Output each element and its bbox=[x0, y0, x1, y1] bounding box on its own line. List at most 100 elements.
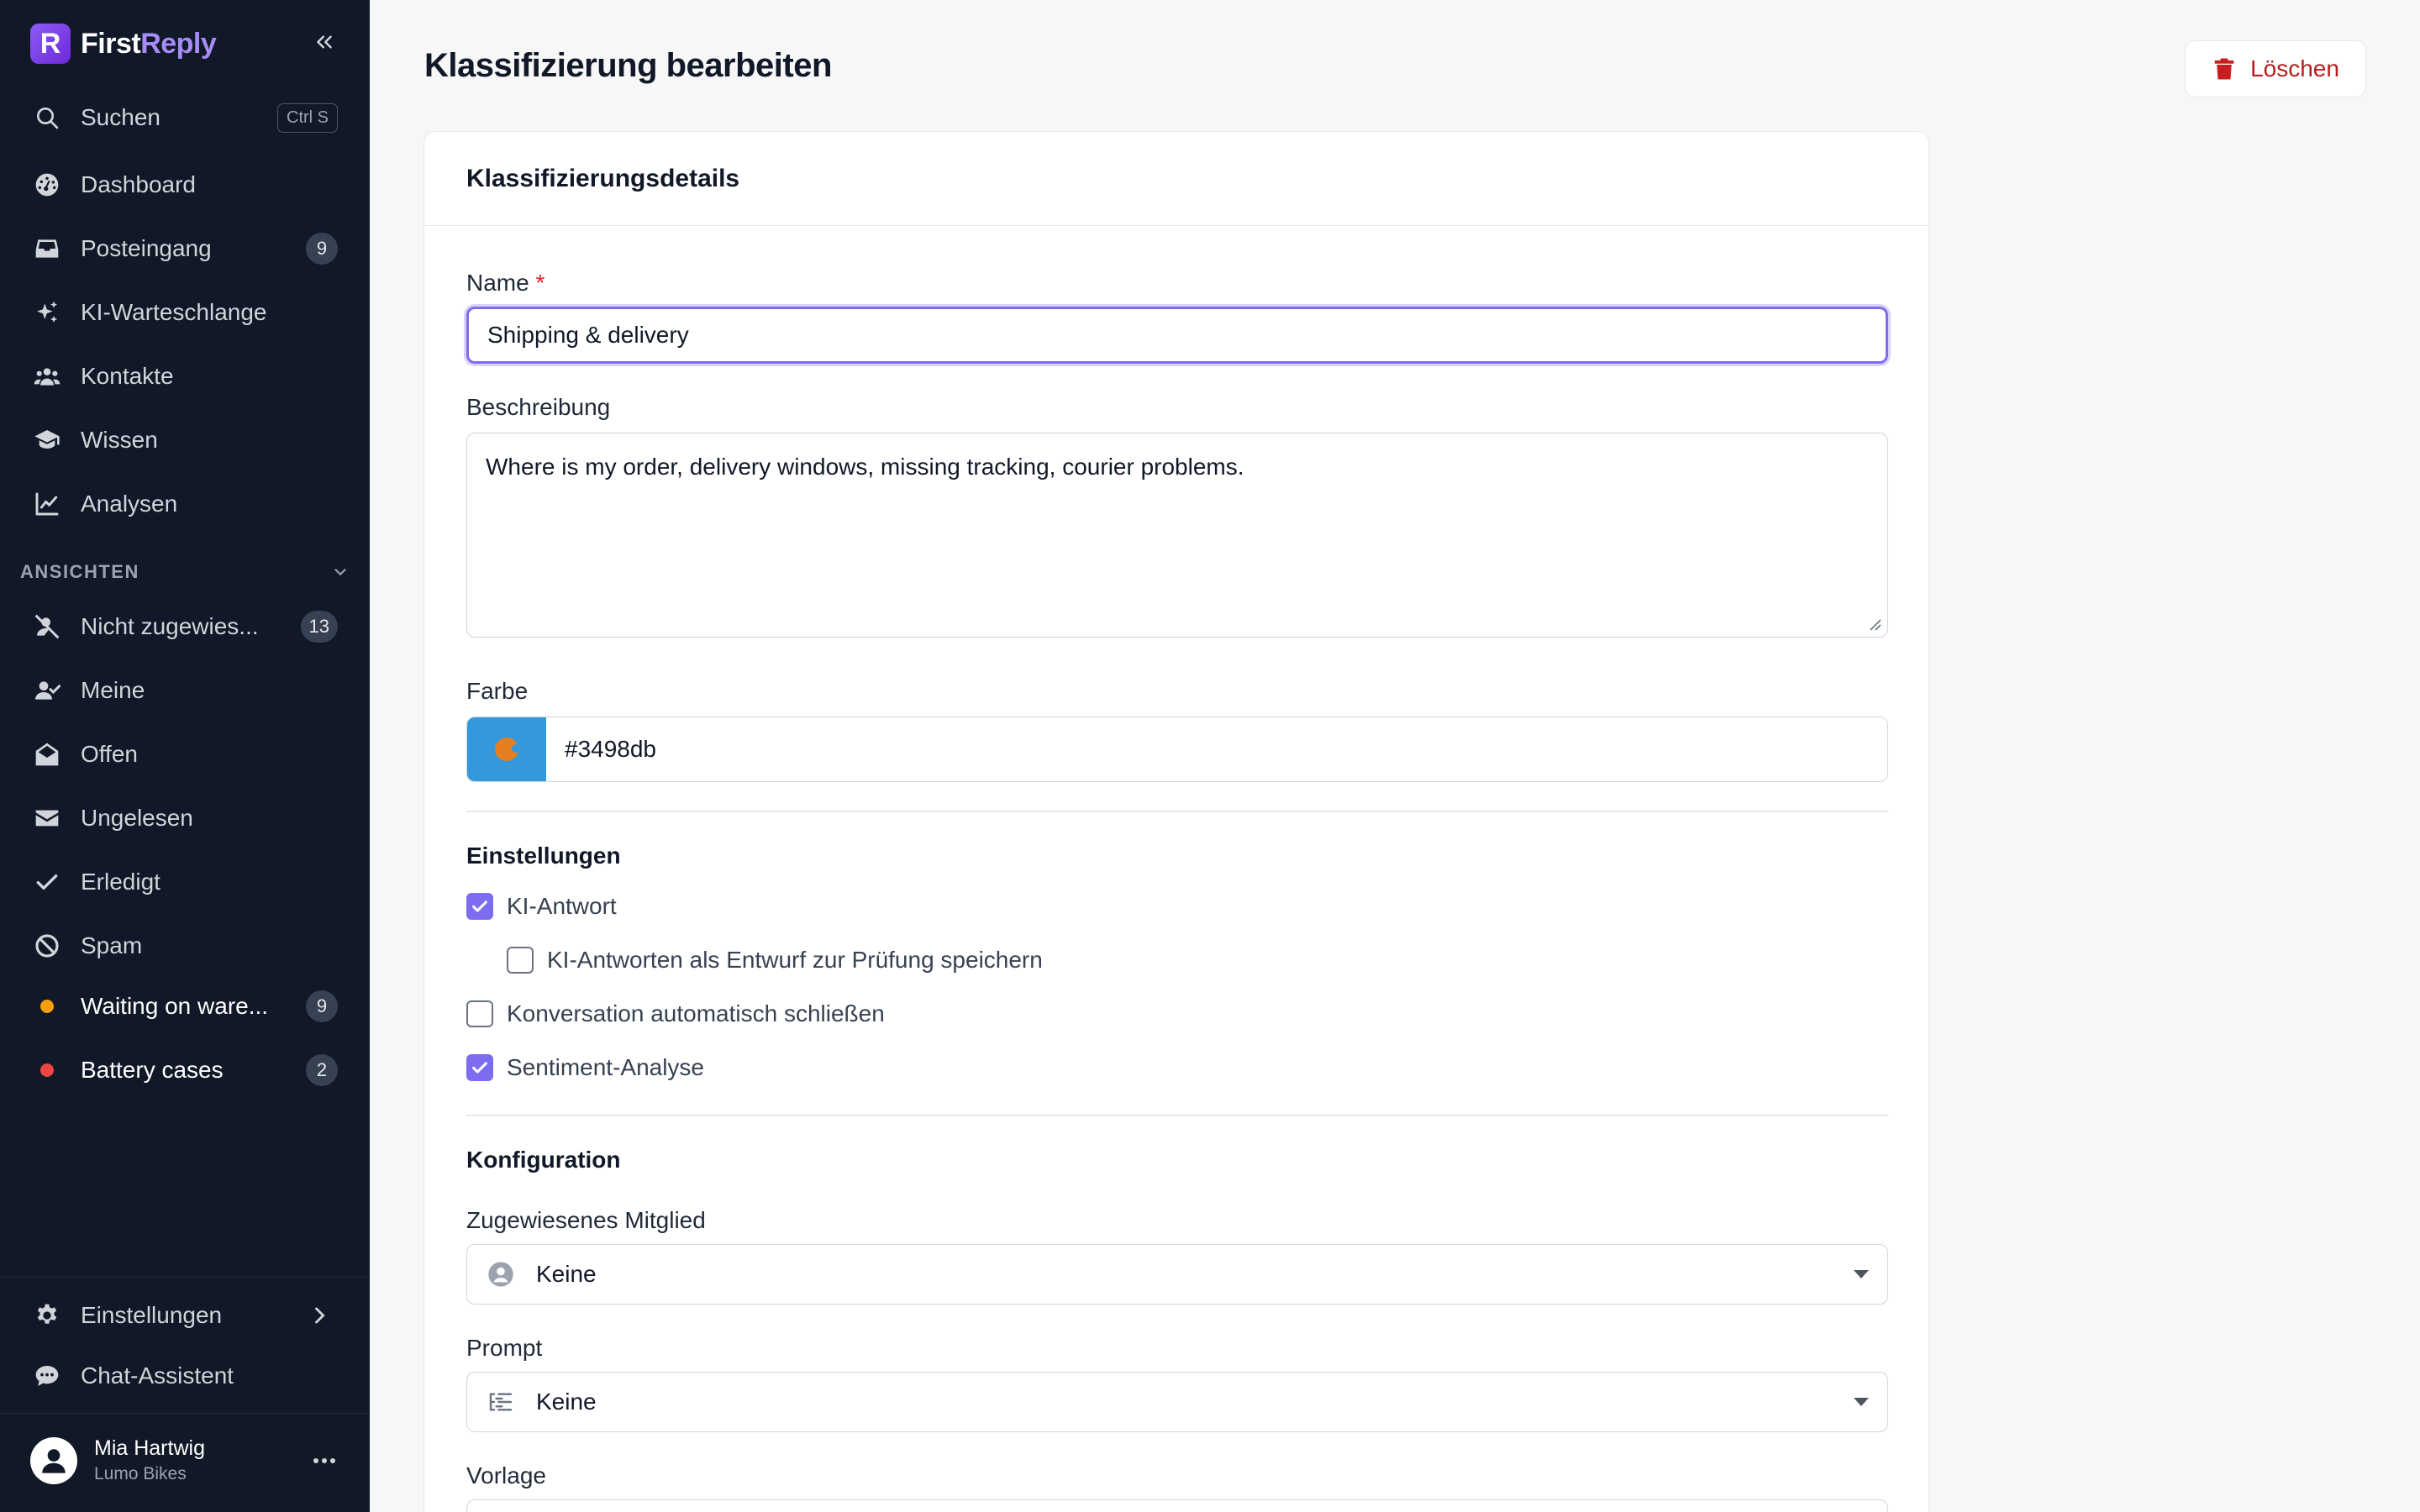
caret-down-icon bbox=[1854, 1398, 1869, 1406]
sentiment-checkbox[interactable] bbox=[466, 1054, 493, 1081]
chevrons-left-icon bbox=[317, 35, 332, 49]
assigned-member-select[interactable]: Keine bbox=[466, 1244, 1888, 1305]
brand-name: FirstReply bbox=[81, 27, 217, 60]
sidebar-item-label: Wissen bbox=[81, 427, 158, 453]
ai-draft-option[interactable]: KI-Antworten als Entwurf zur Prüfung spe… bbox=[507, 947, 1043, 974]
divider bbox=[0, 1277, 370, 1278]
count-badge: 9 bbox=[306, 233, 338, 265]
sidebar-item-settings[interactable]: Einstellungen bbox=[0, 1289, 370, 1342]
divider bbox=[466, 811, 1888, 812]
user-circle-icon bbox=[486, 1259, 516, 1289]
sentiment-option[interactable]: Sentiment-Analyse bbox=[466, 1054, 704, 1081]
sidebar-item-label: Erledigt bbox=[81, 869, 160, 895]
sidebar-view-battery-cases[interactable]: Battery cases 2 bbox=[0, 1043, 370, 1097]
count-badge: 2 bbox=[306, 1054, 338, 1086]
user-profile[interactable]: Mia Hartwig Lumo Bikes bbox=[30, 1436, 205, 1484]
assigned-member-value: Keine bbox=[536, 1261, 597, 1287]
sidebar-view-done[interactable]: Erledigt bbox=[0, 855, 370, 909]
auto-close-label: Konversation automatisch schließen bbox=[507, 1000, 885, 1026]
sidebar-item-label: Analysen bbox=[81, 491, 178, 517]
auto-close-checkbox[interactable] bbox=[466, 1000, 493, 1027]
sidebar-view-unread[interactable]: Ungelesen bbox=[0, 791, 370, 845]
sidebar-item-analytics[interactable]: Analysen bbox=[0, 477, 370, 531]
name-input[interactable]: Shipping & delivery bbox=[466, 307, 1888, 364]
card-title: Klassifizierungsdetails bbox=[424, 132, 1928, 226]
chat-bubble-icon bbox=[32, 1361, 62, 1391]
sidebar-view-open[interactable]: Offen bbox=[0, 727, 370, 781]
user-avatar-icon bbox=[42, 1448, 66, 1473]
delete-label: Löschen bbox=[2250, 55, 2339, 81]
envelope-open-icon bbox=[32, 739, 62, 769]
sidebar-view-spam[interactable]: Spam bbox=[0, 919, 370, 973]
sidebar-item-label: Meine bbox=[81, 677, 145, 703]
configuration-section-title: Konfiguration bbox=[466, 1147, 621, 1173]
sidebar-item-inbox[interactable]: Posteingang 9 bbox=[0, 222, 370, 276]
sidebar-item-label: Nicht zugewies... bbox=[81, 613, 259, 639]
sidebar-view-unassigned[interactable]: Nicht zugewies... 13 bbox=[0, 600, 370, 654]
sentiment-label: Sentiment-Analyse bbox=[507, 1054, 705, 1080]
delete-button[interactable]: Löschen bbox=[2185, 40, 2366, 97]
assigned-member-label: Zugewiesenes Mitglied bbox=[466, 1207, 706, 1233]
sidebar-item-label: Waiting on ware... bbox=[81, 993, 269, 1019]
page-title: Klassifizierung bearbeiten bbox=[424, 47, 832, 84]
sidebar-item-chat-assistant[interactable]: Chat-Assistent bbox=[0, 1349, 370, 1403]
ban-icon bbox=[32, 931, 62, 961]
sidebar-item-label: KI-Warteschlange bbox=[81, 299, 267, 325]
sidebar-item-label: Ungelesen bbox=[81, 805, 193, 831]
sidebar-view-mine[interactable]: Meine bbox=[0, 664, 370, 717]
logo-icon: R bbox=[30, 24, 71, 64]
color-dot bbox=[32, 991, 62, 1021]
sidebar-item-contacts[interactable]: Kontakte bbox=[0, 349, 370, 403]
sidebar-item-knowledge[interactable]: Wissen bbox=[0, 413, 370, 467]
sidebar-item-label: Posteingang bbox=[81, 235, 212, 261]
sidebar-search[interactable]: Suchen Ctrl S bbox=[0, 91, 370, 144]
auto-close-option[interactable]: Konversation automatisch schließen bbox=[466, 1000, 885, 1027]
user-slash-icon bbox=[32, 612, 62, 642]
sidebar-view-waiting-on-warehouse[interactable]: Waiting on ware... 9 bbox=[0, 979, 370, 1033]
ai-reply-checkbox[interactable] bbox=[466, 893, 493, 920]
views-section-label: ANSICHTEN bbox=[20, 561, 139, 582]
sidebar: R FirstReply Suchen Ctrl S Dashboard Pos… bbox=[0, 0, 370, 1512]
search-icon bbox=[32, 102, 62, 133]
caret-down-icon bbox=[1854, 1270, 1869, 1278]
count-badge: 9 bbox=[306, 990, 338, 1022]
palette-icon bbox=[495, 738, 520, 761]
resize-handle-icon[interactable] bbox=[1867, 617, 1882, 632]
chevron-down-icon bbox=[334, 569, 346, 576]
name-label: Name * bbox=[466, 270, 545, 296]
views-section-header[interactable]: ANSICHTEN bbox=[20, 561, 350, 583]
classification-details-card: Klassifizierungsdetails Name * Shipping … bbox=[424, 131, 1929, 1512]
color-hex-input[interactable]: #3498db bbox=[546, 736, 656, 763]
check-icon bbox=[32, 867, 62, 897]
checkmark-icon bbox=[472, 1062, 487, 1074]
template-select[interactable] bbox=[466, 1499, 1888, 1512]
sidebar-item-label: Chat-Assistent bbox=[81, 1362, 234, 1389]
sidebar-item-label: Einstellungen bbox=[81, 1302, 223, 1328]
chevron-right-icon bbox=[315, 1307, 325, 1324]
description-textarea[interactable]: Where is my order, delivery windows, mis… bbox=[466, 433, 1888, 638]
collapse-sidebar-button[interactable] bbox=[308, 25, 341, 59]
user-menu-button[interactable] bbox=[308, 1448, 341, 1473]
template-label: Vorlage bbox=[466, 1462, 546, 1488]
ai-reply-option[interactable]: KI-Antwort bbox=[466, 893, 617, 920]
gear-icon bbox=[32, 1300, 62, 1331]
color-field[interactable]: #3498db bbox=[466, 717, 1888, 782]
sidebar-item-label: Dashboard bbox=[81, 171, 196, 197]
divider bbox=[466, 1115, 1888, 1116]
brand-logo[interactable]: R FirstReply bbox=[30, 24, 217, 64]
color-dot bbox=[32, 1055, 62, 1085]
divider bbox=[0, 1413, 370, 1414]
color-label: Farbe bbox=[466, 678, 529, 704]
checkmark-icon bbox=[472, 900, 487, 912]
users-icon bbox=[32, 361, 62, 391]
ai-draft-checkbox[interactable] bbox=[507, 947, 534, 974]
graduation-cap-icon bbox=[32, 425, 62, 455]
sidebar-item-ai-queue[interactable]: KI-Warteschlange bbox=[0, 286, 370, 339]
list-tree-icon bbox=[486, 1387, 516, 1417]
prompt-select[interactable]: Keine bbox=[466, 1372, 1888, 1432]
color-swatch[interactable] bbox=[467, 717, 546, 781]
trash-icon bbox=[2214, 58, 2234, 80]
ai-reply-label: KI-Antwort bbox=[507, 893, 617, 919]
user-organization: Lumo Bikes bbox=[94, 1464, 187, 1483]
sidebar-item-dashboard[interactable]: Dashboard bbox=[0, 158, 370, 212]
